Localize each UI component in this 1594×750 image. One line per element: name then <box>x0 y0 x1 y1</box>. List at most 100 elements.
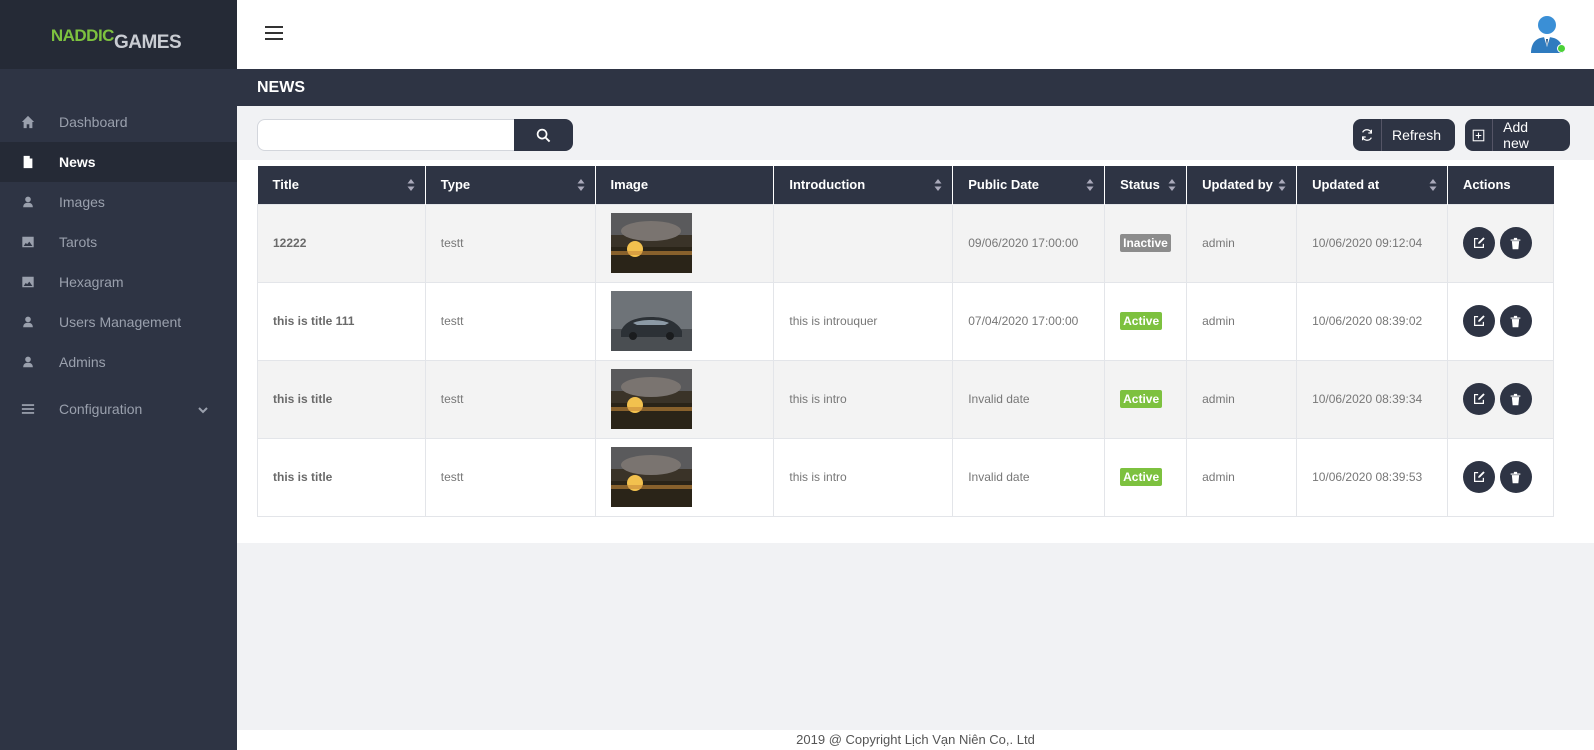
column-header-updated-by[interactable]: Updated by <box>1186 166 1298 204</box>
user-avatar[interactable] <box>1528 13 1566 53</box>
cell-introduction <box>773 203 954 283</box>
delete-button[interactable] <box>1499 383 1532 415</box>
sort-icon[interactable] <box>577 178 585 192</box>
sort-icon[interactable] <box>1429 178 1437 192</box>
cell-type: testt <box>424 437 596 517</box>
sort-icon[interactable] <box>1278 178 1286 192</box>
add-new-button[interactable]: Add new <box>1465 119 1570 151</box>
sidebar-item-label: Hexagram <box>59 274 124 290</box>
search-input[interactable] <box>257 119 515 151</box>
column-header-title[interactable]: Title <box>257 166 426 204</box>
sidebar-item-label: News <box>59 154 96 170</box>
sidebar-item-label: Tarots <box>59 234 98 250</box>
image-icon <box>20 234 36 250</box>
cell-title: this is title <box>257 359 426 439</box>
landscape-thumbnail[interactable] <box>610 369 692 429</box>
header-label: Title <box>272 177 300 193</box>
cell-image <box>594 203 775 283</box>
header-label: Image <box>610 177 649 193</box>
news-table: Title Type Image Introduction Public Dat… <box>257 166 1555 517</box>
sidebar-item-admins[interactable]: Admins <box>0 342 237 382</box>
sidebar-item-dashboard[interactable]: Dashboard <box>0 102 237 142</box>
sidebar-item-images[interactable]: Images <box>0 182 237 222</box>
chevron-down-icon[interactable] <box>197 403 209 415</box>
online-status-dot <box>1557 44 1566 53</box>
cell-title: this is title 111 <box>257 281 426 361</box>
file-icon <box>20 154 36 170</box>
cell-introduction: this is intro <box>773 359 954 439</box>
cell-status: Active <box>1104 359 1188 439</box>
trash-icon <box>1511 393 1521 405</box>
hamburger-menu-icon[interactable] <box>265 26 283 40</box>
landscape-thumbnail[interactable] <box>610 447 692 507</box>
user-icon <box>20 194 36 210</box>
cell-actions <box>1446 203 1555 283</box>
cell-image <box>594 281 775 361</box>
edit-button[interactable] <box>1462 461 1495 493</box>
cell-type: testt <box>424 203 596 283</box>
search-box <box>257 119 573 151</box>
cell-updated-by: admin <box>1186 203 1298 283</box>
sidebar-item-news[interactable]: News <box>0 142 237 182</box>
table-row: this is title 111 testt this is introuqu… <box>257 281 1555 361</box>
edit-button[interactable] <box>1462 227 1495 259</box>
logo-part-1: NADDIC <box>50 25 115 45</box>
cell-public-date: 09/06/2020 17:00:00 <box>952 203 1106 283</box>
car-thumbnail[interactable] <box>610 291 692 351</box>
cell-status: Inactive <box>1104 203 1188 283</box>
column-header-updated-at[interactable]: Updated at <box>1296 166 1448 204</box>
cell-public-date: Invalid date <box>952 437 1106 517</box>
logo[interactable]: NADDIC GAMES <box>50 24 182 53</box>
edit-icon <box>1473 471 1485 482</box>
cell-updated-by: admin <box>1186 359 1298 439</box>
sidebar-item-hexagram[interactable]: Hexagram <box>0 262 237 302</box>
sidebar-item-configuration[interactable]: Configuration <box>0 386 237 432</box>
cell-updated-by: admin <box>1186 281 1298 361</box>
edit-icon <box>1473 393 1485 404</box>
sidebar-item-label: Images <box>59 194 105 210</box>
header-label: Public Date <box>968 177 1040 193</box>
cell-updated-at: 10/06/2020 09:12:04 <box>1296 203 1448 283</box>
refresh-label: Refresh <box>1391 127 1441 143</box>
table-header-row: Title Type Image Introduction Public Dat… <box>257 166 1554 204</box>
status-badge: Active <box>1120 312 1163 330</box>
column-header-public-date[interactable]: Public Date <box>952 166 1106 204</box>
column-header-type[interactable]: Type <box>425 166 596 204</box>
refresh-icon <box>1353 119 1382 151</box>
column-header-introduction[interactable]: Introduction <box>773 166 954 204</box>
cell-image <box>594 437 775 517</box>
header-label: Type <box>440 177 471 193</box>
delete-button[interactable] <box>1499 461 1532 493</box>
cell-image <box>594 359 775 439</box>
sort-icon[interactable] <box>1086 178 1094 192</box>
cell-updated-by: admin <box>1186 437 1298 517</box>
search-button[interactable] <box>514 119 573 151</box>
header-label: Status <box>1120 177 1160 193</box>
cell-introduction: this is intro <box>773 437 954 517</box>
sidebar-item-label: Configuration <box>59 401 143 417</box>
cell-actions <box>1446 437 1555 517</box>
column-header-status[interactable]: Status <box>1104 166 1188 204</box>
delete-button[interactable] <box>1499 227 1532 259</box>
menu-icon <box>20 401 36 417</box>
sidebar-item-users-management[interactable]: Users Management <box>0 302 237 342</box>
sort-icon[interactable] <box>1168 178 1176 192</box>
edit-button[interactable] <box>1462 383 1495 415</box>
cell-actions <box>1446 359 1555 439</box>
cell-actions <box>1446 281 1555 361</box>
user-icon <box>20 314 36 330</box>
sort-icon[interactable] <box>934 178 942 192</box>
refresh-button[interactable]: Refresh <box>1353 119 1455 151</box>
footer: 2019 @ Copyright Lịch Vạn Niên Co,. Ltd <box>237 730 1594 750</box>
delete-button[interactable] <box>1499 305 1532 337</box>
landscape-thumbnail[interactable] <box>610 213 692 273</box>
cell-title: this is title <box>257 437 426 517</box>
edit-button[interactable] <box>1462 305 1495 337</box>
cell-updated-at: 10/06/2020 08:39:53 <box>1296 437 1448 517</box>
sidebar-item-tarots[interactable]: Tarots <box>0 222 237 262</box>
header-label: Updated at <box>1312 177 1380 193</box>
sort-icon[interactable] <box>407 178 415 192</box>
cell-type: testt <box>424 359 596 439</box>
trash-icon <box>1511 471 1521 483</box>
plus-square-icon <box>1465 119 1494 151</box>
